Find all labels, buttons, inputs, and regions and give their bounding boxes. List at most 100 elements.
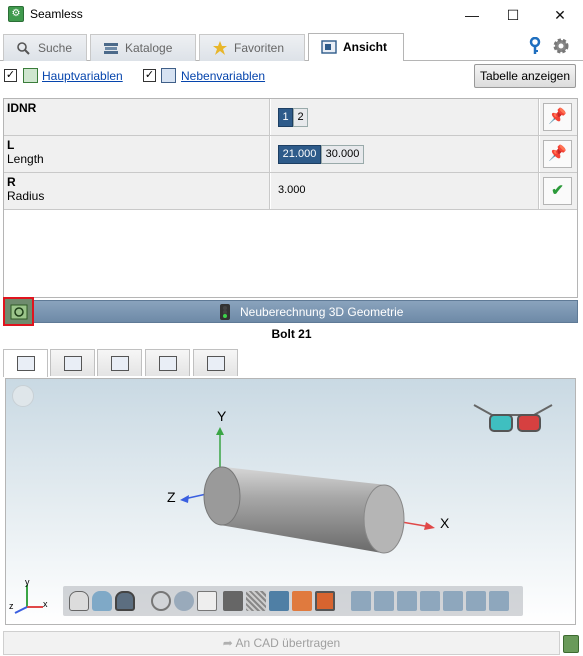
recalc-label: Neuberechnung 3D Geometrie — [240, 305, 404, 319]
axis-label-z: Z — [167, 489, 176, 505]
pin-button[interactable]: 📌 — [543, 103, 572, 131]
table-row: L Length 21.000 30.000 📌 — [4, 136, 577, 173]
tab-dimension-view[interactable] — [193, 349, 238, 376]
3d-glasses-icon[interactable] — [472, 401, 558, 437]
table-row: R Radius 3.000 ✔ — [4, 173, 577, 210]
check-icon: ✔ — [551, 182, 564, 199]
value-option[interactable]: 2 — [293, 108, 308, 127]
material-icon[interactable] — [269, 591, 289, 611]
color-cube-edges-icon[interactable] — [315, 591, 335, 611]
pin-icon: 📌 — [548, 145, 567, 162]
tab-label: Favoriten — [234, 41, 285, 55]
tab-ansicht[interactable]: Ansicht — [308, 33, 404, 61]
pin-icon: 📌 — [548, 108, 567, 125]
variable-action-cell: 📌 — [540, 136, 577, 172]
tab-document-view[interactable] — [145, 349, 190, 376]
window-title: Seamless — [30, 7, 83, 21]
pin-button[interactable]: 📌 — [543, 140, 572, 168]
recalc-icon — [10, 304, 28, 320]
tab-label: Kataloge — [125, 41, 173, 55]
export-to-cad-button[interactable]: ➦ An CAD übertragen — [3, 631, 560, 655]
part-title: Bolt 21 — [271, 327, 312, 341]
gear-icon[interactable] — [552, 37, 570, 55]
view-left-icon[interactable] — [397, 591, 417, 611]
side-vars-link[interactable]: Nebenvariablen — [181, 69, 265, 83]
pan-icon[interactable] — [197, 591, 217, 611]
variable-description: Radius — [7, 189, 45, 203]
view-control-icon[interactable] — [12, 385, 34, 407]
title-bar: ⚙ Seamless — ☐ ✕ — [0, 0, 583, 30]
tab-favoriten[interactable]: Favoriten — [199, 34, 305, 61]
zoom-icon[interactable] — [151, 591, 171, 611]
tab-suche[interactable]: Suche — [3, 34, 87, 61]
mini-axis-z: z — [9, 601, 14, 611]
tab-label: Ansicht — [343, 40, 388, 54]
view-front-icon[interactable] — [351, 591, 371, 611]
bolt-model — [180, 427, 435, 554]
side-vars-icon — [161, 68, 176, 83]
variable-name-cell: L Length — [4, 136, 270, 172]
tab-kataloge[interactable]: Kataloge — [90, 34, 196, 61]
main-vars-icon — [23, 68, 38, 83]
variable-action-cell: ✔ — [540, 173, 577, 209]
view-top-icon[interactable] — [443, 591, 463, 611]
variable-name: L — [7, 138, 15, 152]
value-option[interactable]: 1 — [278, 108, 293, 127]
rotate-icon[interactable] — [174, 591, 194, 611]
table-row: IDNR 1 2 📌 — [4, 99, 577, 136]
variable-name: IDNR — [7, 101, 37, 115]
color-cube-icon[interactable] — [292, 591, 312, 611]
wireframe-cylinder-icon[interactable] — [69, 591, 89, 611]
confirm-button[interactable]: ✔ — [543, 177, 572, 205]
recalc-bar[interactable]: Neuberechnung 3D Geometrie — [3, 300, 578, 323]
mini-axis-x: x — [43, 599, 48, 609]
section-icon[interactable] — [246, 591, 266, 611]
variable-name-cell: IDNR — [4, 99, 270, 135]
value-option[interactable]: 30.000 — [321, 145, 364, 164]
view-right-icon[interactable] — [420, 591, 440, 611]
drawing-icon — [64, 356, 82, 371]
variable-value[interactable]: 3.000 — [278, 184, 306, 196]
document-icon — [159, 356, 177, 371]
key-icon[interactable] — [528, 37, 542, 55]
star-icon — [213, 41, 227, 55]
3d-viewport[interactable]: Y X Z y x z — [5, 378, 576, 625]
view-iso-icon[interactable] — [489, 591, 509, 611]
show-table-button[interactable]: Tabelle anzeigen — [474, 64, 576, 88]
3d-toolbar — [63, 586, 523, 616]
variable-description: Length — [7, 152, 44, 166]
variable-value-cell: 21.000 30.000 — [271, 136, 539, 172]
tab-label: Suche — [38, 41, 73, 55]
auto-recalc-button[interactable] — [3, 297, 34, 326]
side-vars-checkbox[interactable]: ✓ — [143, 69, 156, 82]
tab-3d-view[interactable] — [3, 349, 48, 377]
main-vars-checkbox[interactable]: ✓ — [4, 69, 17, 82]
view-bottom-icon[interactable] — [466, 591, 486, 611]
search-icon — [17, 42, 30, 55]
variable-name: R — [7, 175, 16, 189]
shaded-cylinder-icon[interactable] — [92, 591, 112, 611]
tab-component-view[interactable] — [97, 349, 142, 376]
maximize-button[interactable]: ☐ — [493, 4, 533, 26]
variable-value-cell: 3.000 — [271, 173, 539, 209]
tab-2d-view[interactable] — [50, 349, 95, 376]
shaded-edges-cylinder-icon[interactable] — [115, 591, 135, 611]
view-3d-icon — [17, 356, 35, 371]
minimize-button[interactable]: — — [452, 4, 492, 26]
close-button[interactable]: ✕ — [540, 4, 580, 26]
dimension-tool-icon[interactable] — [223, 591, 243, 611]
cad-status-icon[interactable] — [563, 635, 579, 653]
variable-value-cell: 1 2 — [271, 99, 539, 135]
main-vars-link[interactable]: Hauptvariablen — [42, 69, 123, 83]
value-option[interactable]: 21.000 — [278, 145, 321, 164]
dimension-icon — [207, 356, 225, 371]
component-icon — [111, 356, 129, 371]
variable-name-cell: R Radius — [4, 173, 270, 209]
app-logo-icon: ⚙ — [8, 6, 24, 22]
export-label: An CAD übertragen — [235, 636, 341, 650]
variable-action-cell: 📌 — [540, 99, 577, 135]
view-back-icon[interactable] — [374, 591, 394, 611]
export-icon: ➦ — [222, 636, 236, 650]
view-icon — [321, 40, 337, 54]
mini-axis-y: y — [25, 577, 30, 587]
